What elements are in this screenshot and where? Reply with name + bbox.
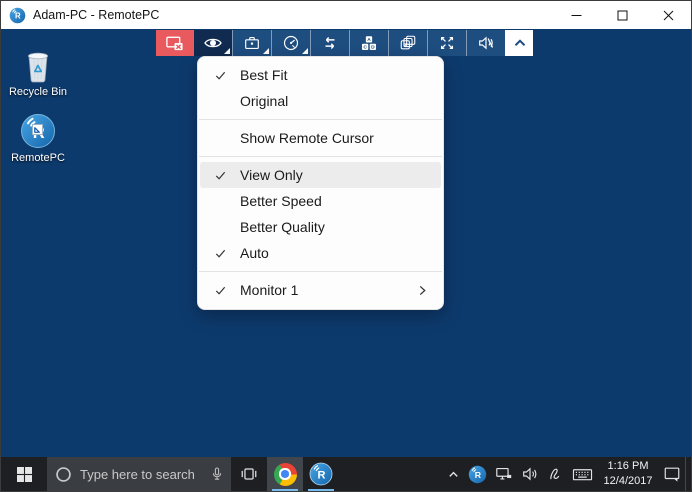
show-desktop-button[interactable] (685, 457, 691, 491)
performance-button[interactable] (271, 30, 310, 56)
svg-text:R: R (318, 470, 326, 482)
view-options-menu: Best Fit Original Show Remote Cursor (197, 56, 444, 310)
session-toolbar: A C D (156, 30, 533, 56)
expand-icon (438, 34, 456, 52)
volume-tray-icon[interactable] (517, 457, 543, 491)
menu-item-best-fit[interactable]: Best Fit (200, 62, 441, 88)
network-tray-icon[interactable] (491, 457, 517, 491)
tools-button[interactable] (232, 30, 271, 56)
microphone-icon[interactable] (209, 466, 225, 482)
clock-date: 12/4/2017 (604, 474, 653, 489)
chevron-up-icon (447, 468, 460, 481)
search-placeholder: Type here to search (80, 467, 209, 482)
gauge-icon (282, 34, 300, 52)
remotepc-icon: R (309, 462, 333, 486)
titlebar: R Adam-PC - RemotePC (1, 1, 691, 29)
svg-text:C: C (363, 45, 367, 51)
remotepc-tray-icon[interactable]: R (464, 457, 491, 491)
menu-item-better-speed[interactable]: Better Speed (200, 188, 441, 214)
action-center-icon (663, 465, 681, 483)
disconnect-button[interactable] (156, 30, 193, 56)
submenu-chevron-icon (418, 284, 427, 297)
search-input[interactable]: Type here to search (47, 457, 231, 491)
swap-arrows-icon (321, 34, 339, 52)
chrome-icon (274, 463, 297, 486)
menu-separator (199, 156, 442, 157)
minimize-button[interactable] (553, 1, 599, 29)
taskbar-clock[interactable]: 1:16 PM 12/4/2017 (597, 457, 659, 491)
chrome-taskbar-button[interactable] (267, 457, 303, 491)
menu-item-view-only[interactable]: View Only (200, 162, 441, 188)
window-controls (553, 1, 691, 29)
desktop-icon-recycle-bin[interactable]: Recycle Bin (5, 45, 71, 98)
window-title: Adam-PC - RemotePC (33, 8, 159, 22)
svg-text:D: D (371, 45, 375, 51)
eye-icon (203, 33, 223, 53)
cascade-icon (399, 34, 417, 52)
svg-text:R: R (15, 11, 21, 20)
fullscreen-button[interactable] (427, 30, 466, 56)
desktop-icon-remotepc[interactable]: R RemotePC (5, 111, 71, 164)
tray-expand-button[interactable] (443, 457, 464, 491)
menu-separator (199, 271, 442, 272)
desktop-icon-label: Recycle Bin (9, 86, 67, 98)
svg-text:A: A (367, 37, 371, 43)
maximize-button[interactable] (599, 1, 645, 29)
menu-item-better-quality[interactable]: Better Quality (200, 214, 441, 240)
chevron-up-icon (511, 34, 529, 52)
remotepc-taskbar-button[interactable]: R (303, 457, 339, 491)
action-center-button[interactable] (659, 457, 685, 491)
clock-time: 1:16 PM (608, 459, 649, 474)
briefcase-icon (243, 34, 261, 52)
menu-separator (199, 119, 442, 120)
recycle-bin-icon (22, 45, 54, 83)
remotepc-app-icon: R (20, 111, 56, 149)
close-button[interactable] (645, 1, 691, 29)
task-view-icon (240, 465, 258, 483)
touch-keyboard-tray-icon[interactable] (568, 457, 597, 491)
checkmark-icon (200, 247, 240, 260)
menu-item-original[interactable]: Original (200, 88, 441, 114)
collapse-toolbar-button[interactable] (505, 30, 533, 56)
desktop-icon-label: RemotePC (11, 152, 65, 164)
menu-item-monitor-1[interactable]: Monitor 1 (200, 277, 441, 303)
remotepc-window: R Adam-PC - RemotePC (0, 0, 692, 492)
taskbar: Type here to search R (1, 457, 691, 491)
cascade-windows-button[interactable] (388, 30, 427, 56)
system-tray: R (443, 457, 691, 491)
checkmark-icon (200, 284, 240, 297)
task-view-button[interactable] (231, 457, 267, 491)
windows-logo-icon (17, 467, 32, 482)
cortana-icon (55, 466, 72, 483)
checkmark-icon (200, 69, 240, 82)
keyboard-shortcuts-button[interactable]: A C D (349, 30, 388, 56)
menu-item-show-remote-cursor[interactable]: Show Remote Cursor (200, 125, 441, 151)
keys-icon: A C D (360, 34, 378, 52)
mute-audio-button[interactable] (466, 30, 505, 56)
speaker-muted-icon (477, 34, 495, 52)
ink-workspace-tray-icon[interactable] (543, 457, 568, 491)
view-options-button[interactable] (193, 30, 232, 56)
remote-desktop-view: Recycle Bin R RemotePC (1, 29, 691, 459)
shortcut-arrow-icon (32, 124, 43, 135)
svg-text:R: R (475, 470, 482, 480)
remotepc-logo-icon: R (9, 7, 26, 24)
start-button[interactable] (1, 457, 47, 491)
checkmark-icon (200, 169, 240, 182)
menu-item-auto[interactable]: Auto (200, 240, 441, 266)
file-transfer-button[interactable] (310, 30, 349, 56)
